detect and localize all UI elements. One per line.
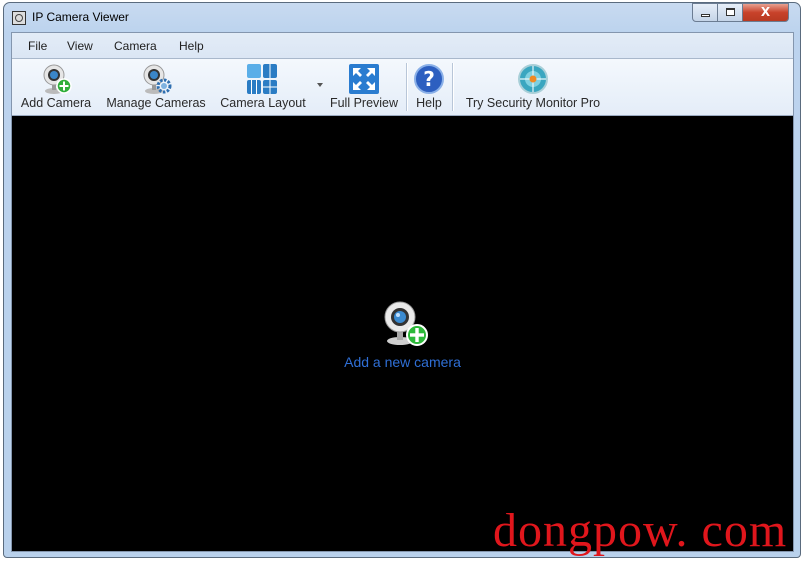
toolbar: Add Camera Manage Cameras Camera Layout … [12,59,793,116]
full-preview-label: Full Preview [329,96,399,110]
svg-text:?: ? [423,67,435,91]
toolbar-separator [452,63,453,111]
fullscreen-arrows-icon [349,64,379,94]
app-window: IP Camera Viewer X File View Camera Help [3,2,801,558]
minimize-icon [701,14,710,17]
camera-layout-button[interactable]: Camera Layout [216,59,310,115]
webcam-add-icon[interactable] [381,300,429,348]
client-area: File View Camera Help Add Camera Manage … [11,32,794,552]
watermark-text: dongpow. com [493,504,788,557]
add-camera-button[interactable]: Add Camera [16,59,96,115]
layout-dropdown-arrow-icon[interactable] [317,83,323,87]
toolbar-separator [406,63,407,111]
camera-view-area[interactable]: Add a new camera [12,116,793,551]
menu-view[interactable]: View [67,39,93,53]
window-title: IP Camera Viewer [32,10,129,24]
grid-layout-icon [247,64,277,94]
minimize-button[interactable] [692,3,718,22]
manage-cameras-button[interactable]: Manage Cameras [102,59,210,115]
webcam-gear-icon [143,64,172,94]
maximize-icon [726,8,735,16]
help-label: Help [416,96,442,110]
menu-camera[interactable]: Camera [114,39,157,53]
target-icon [518,64,548,94]
try-security-monitor-pro-label: Try Security Monitor Pro [465,96,601,110]
close-icon: X [760,5,771,19]
camera-layout-label: Camera Layout [220,96,306,110]
title-bar[interactable]: IP Camera Viewer X [4,3,800,33]
menu-file[interactable]: File [28,39,47,53]
help-button[interactable]: ? Help [410,59,448,115]
try-security-monitor-pro-button[interactable]: Try Security Monitor Pro [456,59,610,115]
close-button[interactable]: X [742,3,789,22]
add-new-camera-link[interactable]: Add a new camera [12,354,793,370]
full-preview-button[interactable]: Full Preview [327,59,401,115]
manage-cameras-label: Manage Cameras [106,96,206,110]
add-camera-label: Add Camera [20,96,92,110]
menu-bar: File View Camera Help [12,33,793,59]
webcam-add-icon [43,64,72,94]
app-icon[interactable] [12,11,26,25]
menu-help[interactable]: Help [179,39,204,53]
question-icon: ? [414,64,444,94]
maximize-button[interactable] [717,3,743,22]
